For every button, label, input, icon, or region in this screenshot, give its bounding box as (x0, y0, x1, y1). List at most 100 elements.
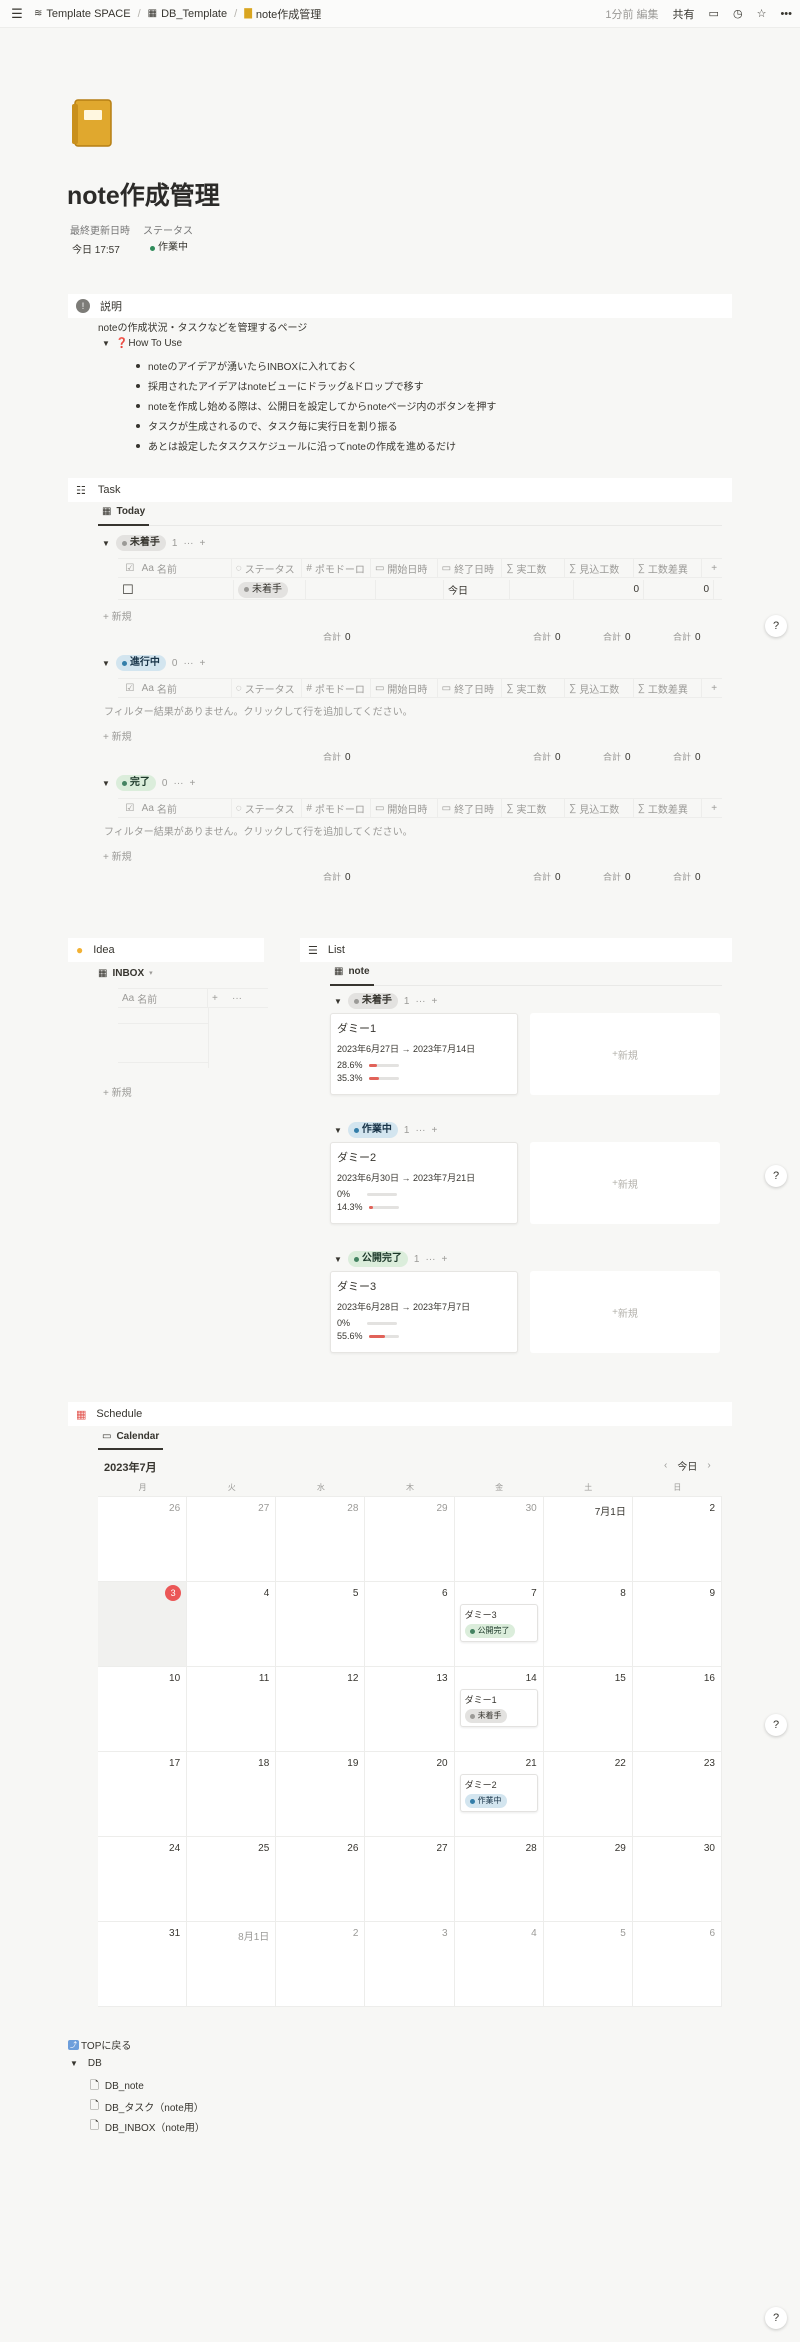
share-button[interactable]: 共有 (673, 6, 695, 22)
calendar-event[interactable]: ダミー1 未着手 (459, 1689, 538, 1727)
breadcrumb-workspace[interactable]: Template SPACE (46, 8, 130, 20)
column-header[interactable]: ▭ 開始日時 (371, 558, 438, 578)
column-header[interactable]: ∑ 実工数 (502, 558, 566, 578)
star-icon[interactable]: ☆ (757, 7, 767, 20)
cell-name[interactable] (138, 579, 234, 600)
add-col-icon[interactable]: + (208, 988, 228, 1008)
more-icon[interactable]: ··· (425, 1254, 435, 1265)
column-header[interactable]: ∑ 工数差異 (634, 678, 703, 698)
add-icon[interactable]: + (431, 996, 437, 1007)
footer-page-link[interactable]: 🗋 DB_INBOX（note用） (90, 2117, 205, 2136)
column-header[interactable]: Aa 名前 (138, 678, 232, 698)
next-month-icon[interactable]: › (707, 1460, 710, 1471)
help-button[interactable]: ? (765, 615, 787, 637)
comment-icon[interactable]: ▭ (709, 7, 719, 20)
calendar-day[interactable]: 28 (276, 1497, 366, 1582)
calendar-day[interactable]: 29 (365, 1497, 455, 1582)
calendar-day[interactable]: 8 (543, 1582, 633, 1667)
column-header[interactable]: ◌ ステータス (232, 678, 303, 698)
help-button[interactable]: ? (765, 1165, 787, 1187)
idea-new-button[interactable]: + 新規 (103, 1084, 132, 1099)
calendar-day[interactable]: 16 (632, 1667, 722, 1752)
toggle-caret-icon[interactable]: ▼ (102, 539, 110, 548)
column-header[interactable]: ◌ ステータス (232, 798, 303, 818)
calendar-day[interactable]: 30 (632, 1837, 722, 1922)
calendar-day[interactable]: 22 (543, 1752, 633, 1837)
calendar-day[interactable]: 26 (98, 1497, 188, 1582)
sum-cell[interactable]: 合計 0 (533, 750, 561, 763)
column-header[interactable]: ∑ 工数差異 (634, 558, 703, 578)
calendar-day[interactable]: 25 (187, 1837, 277, 1922)
calendar-day[interactable]: 17 (98, 1752, 188, 1837)
more-icon[interactable]: ··· (173, 778, 183, 789)
cell-end[interactable]: 今日 (444, 579, 510, 600)
calendar-day[interactable]: 27 (187, 1497, 277, 1582)
column-header[interactable]: Aa 名前 (138, 558, 232, 578)
calendar-day[interactable]: 5 (276, 1582, 366, 1667)
add-column-icon[interactable]: + (702, 798, 722, 818)
calendar-day[interactable]: 20 (365, 1752, 455, 1837)
prev-month-icon[interactable]: ‹ (664, 1460, 667, 1471)
sum-cell[interactable]: 合計 0 (673, 630, 701, 643)
cell-diff[interactable]: 0 (644, 579, 714, 600)
status-badge[interactable]: 作業中 (144, 240, 194, 256)
menu-icon[interactable]: ☰ (8, 6, 26, 22)
select-all-checkbox[interactable]: ☑ (118, 558, 138, 578)
note-card[interactable]: ダミー1 2023年6月27日 → 2023年7月14日 28.6% 35.3% (330, 1013, 518, 1095)
column-header[interactable]: ∑ 実工数 (502, 798, 566, 818)
sum-cell[interactable]: 合計 0 (603, 630, 631, 643)
db-toggle[interactable]: ▼ DB (70, 2058, 102, 2069)
calendar-day[interactable]: 13 (365, 1667, 455, 1752)
footer-page-link[interactable]: 🗋 DB_note (90, 2077, 144, 2096)
note-card[interactable]: ダミー3 2023年6月28日 → 2023年7月7日 0% 55.6% (330, 1271, 518, 1353)
add-icon[interactable]: + (189, 778, 195, 789)
column-header[interactable]: ▭ 終了日時 (438, 678, 503, 698)
calendar-day[interactable]: 6 (365, 1582, 455, 1667)
calendar-day[interactable]: 11 (187, 1667, 277, 1752)
row-checkbox[interactable]: ☐ (118, 580, 138, 600)
toggle-caret-icon[interactable]: ▼ (334, 997, 342, 1006)
more-icon[interactable]: ··· (183, 538, 193, 549)
top-link[interactable]: ⤴ TOPに戻る (68, 2037, 131, 2052)
sum-cell[interactable]: 合計 0 (323, 630, 351, 643)
sum-cell[interactable]: 合計 0 (603, 750, 631, 763)
calendar-day[interactable]: 7月1日 (543, 1497, 633, 1582)
table-row[interactable]: ☐ 未着手 今日 0 0 (118, 579, 722, 600)
column-header[interactable]: ∑ 工数差異 (634, 798, 703, 818)
calendar-day[interactable]: 5 (543, 1922, 633, 2007)
cell-actual[interactable] (510, 579, 574, 600)
calendar-day[interactable]: 29 (543, 1837, 633, 1922)
add-icon[interactable]: + (199, 538, 205, 549)
new-card-button[interactable]: + 新規 (530, 1271, 720, 1353)
column-header[interactable]: ∑ 見込工数 (565, 798, 634, 818)
tab-inbox[interactable]: ▦ INBOX ▾ (98, 968, 153, 979)
calendar-day[interactable]: 15 (543, 1667, 633, 1752)
col-name[interactable]: Aa 名前 (118, 988, 208, 1008)
calendar-day[interactable]: 18 (187, 1752, 277, 1837)
footer-page-link[interactable]: 🗋 DB_タスク（note用） (90, 2097, 204, 2116)
page-icon[interactable] (72, 98, 114, 148)
sum-cell[interactable]: 合計 0 (533, 870, 561, 883)
column-header[interactable]: # ポモドーロ (302, 798, 371, 818)
sum-cell[interactable]: 合計 0 (603, 870, 631, 883)
sum-cell[interactable]: 合計 0 (323, 750, 351, 763)
calendar-day[interactable]: 9 (632, 1582, 722, 1667)
calendar-day[interactable]: 28 (454, 1837, 544, 1922)
cell-start[interactable] (376, 579, 444, 600)
new-card-button[interactable]: + 新規 (530, 1142, 720, 1224)
breadcrumb-db[interactable]: DB_Template (161, 8, 227, 20)
column-header[interactable]: ∑ 実工数 (502, 678, 566, 698)
add-icon[interactable]: + (199, 658, 205, 669)
cell-status[interactable]: 未着手 (234, 579, 306, 600)
tab-note[interactable]: ▦ note (330, 960, 374, 986)
calendar-day[interactable]: 14 ダミー1 未着手 (454, 1667, 544, 1752)
column-header[interactable]: ▭ 終了日時 (438, 558, 503, 578)
calendar-day[interactable]: 2 (632, 1497, 722, 1582)
note-card[interactable]: ダミー2 2023年6月30日 → 2023年7月21日 0% 14.3% (330, 1142, 518, 1224)
sum-cell[interactable]: 合計 0 (323, 870, 351, 883)
column-header[interactable]: ▭ 開始日時 (371, 678, 438, 698)
calendar-day[interactable]: 2 (276, 1922, 366, 2007)
task-new-button[interactable]: + 新規 (103, 848, 132, 863)
calendar-day[interactable]: 4 (454, 1922, 544, 2007)
add-column-icon[interactable]: + (702, 558, 722, 578)
